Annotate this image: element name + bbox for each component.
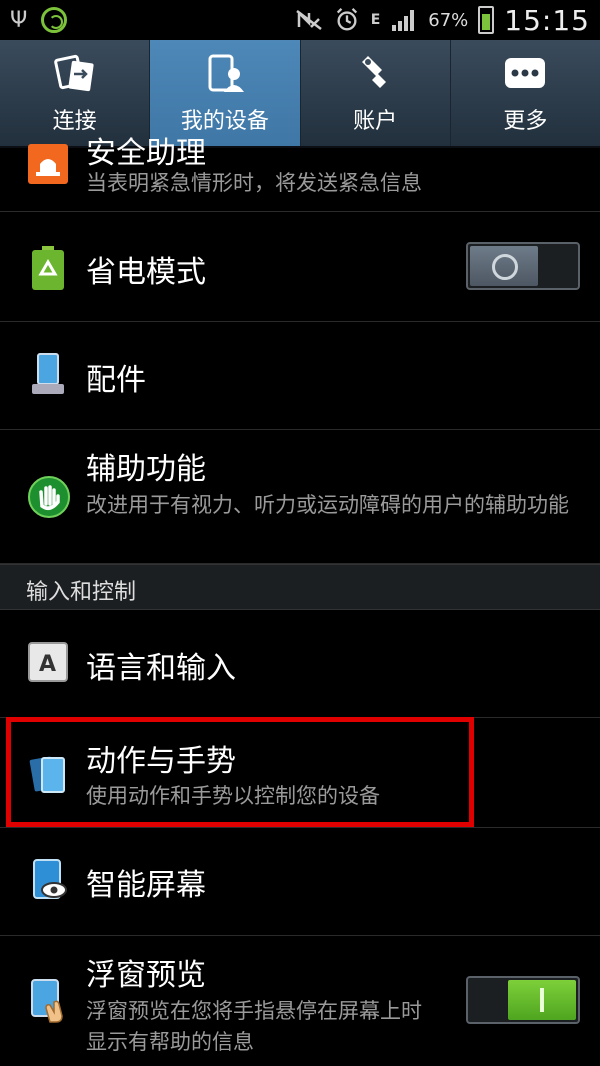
setting-title: 浮窗预览 (86, 958, 206, 993)
air-view-hand-icon (28, 978, 68, 1023)
sync-icon (41, 7, 68, 33)
battery-percent: 67% (428, 9, 469, 31)
svg-text:A: A (39, 652, 56, 677)
usb-icon: Ψ (10, 7, 28, 33)
signal-icon (392, 10, 415, 31)
more-icon (503, 51, 547, 95)
section-header-input-control: 输入和控制 (0, 564, 600, 610)
setting-title: 辅助功能 (86, 452, 206, 487)
setting-title: 语言和输入 (86, 651, 236, 686)
setting-title: 省电模式 (86, 255, 206, 290)
phone-dock-icon (28, 352, 68, 394)
setting-smart-screen[interactable]: 智能屏幕 (0, 828, 600, 936)
setting-accessibility[interactable]: 辅助功能 改进用于有视力、听力或运动障碍的用户的辅助功能 (0, 430, 600, 564)
hand-icon (28, 476, 70, 518)
key-icon (353, 51, 397, 95)
setting-subtitle: 使用动作和手势以控制您的设备 (86, 784, 380, 808)
connect-icon (53, 51, 97, 95)
setting-subtitle: 当表明紧急情形时，将发送紧急信息 (86, 171, 422, 195)
toggle-knob (508, 980, 576, 1020)
my-device-icon (203, 51, 247, 95)
smart-screen-eye-icon (28, 858, 68, 899)
tab-label: 更多 (503, 109, 548, 134)
alarm-icon (336, 8, 357, 31)
setting-subtitle: 浮窗预览在您将手指悬停在屏幕上时显示有帮助的信息 (86, 999, 422, 1054)
status-bar: Ψ E 67% 15:15 (0, 0, 600, 40)
setting-accessories[interactable]: 配件 (0, 322, 600, 430)
section-title: 输入和控制 (26, 580, 137, 605)
motion-phone-icon (28, 752, 68, 793)
setting-title: 智能屏幕 (86, 868, 206, 903)
air-view-toggle[interactable] (466, 976, 580, 1024)
power-saving-toggle[interactable] (466, 242, 580, 290)
tab-label: 账户 (353, 109, 398, 134)
tab-more[interactable]: 更多 (451, 40, 600, 146)
setting-subtitle: 改进用于有视力、听力或运动障碍的用户的辅助功能 (86, 493, 569, 517)
toggle-knob (470, 246, 538, 286)
keyboard-a-icon: A (28, 642, 68, 682)
network-type-label: E (370, 12, 381, 28)
setting-power-saving[interactable]: 省电模式 (0, 212, 600, 322)
battery-recycle-icon (28, 246, 68, 290)
nfc-off-icon (295, 9, 322, 30)
clock: 15:15 (504, 3, 590, 37)
setting-air-view[interactable]: 浮窗预览 浮窗预览在您将手指悬停在屏幕上时显示有帮助的信息 (0, 936, 600, 1066)
tab-accounts[interactable]: 账户 (301, 40, 451, 146)
battery-icon (478, 6, 495, 34)
setting-title: 安全助理 (86, 136, 206, 171)
siren-icon (28, 144, 68, 184)
setting-title: 动作与手势 (86, 744, 236, 779)
setting-language-input[interactable]: A 语言和输入 (0, 610, 600, 718)
setting-title: 配件 (86, 363, 146, 398)
setting-emergency[interactable]: 安全助理 当表明紧急情形时，将发送紧急信息 (0, 136, 600, 212)
setting-motions-gestures[interactable]: 动作与手势 使用动作和手势以控制您的设备 (0, 718, 600, 828)
